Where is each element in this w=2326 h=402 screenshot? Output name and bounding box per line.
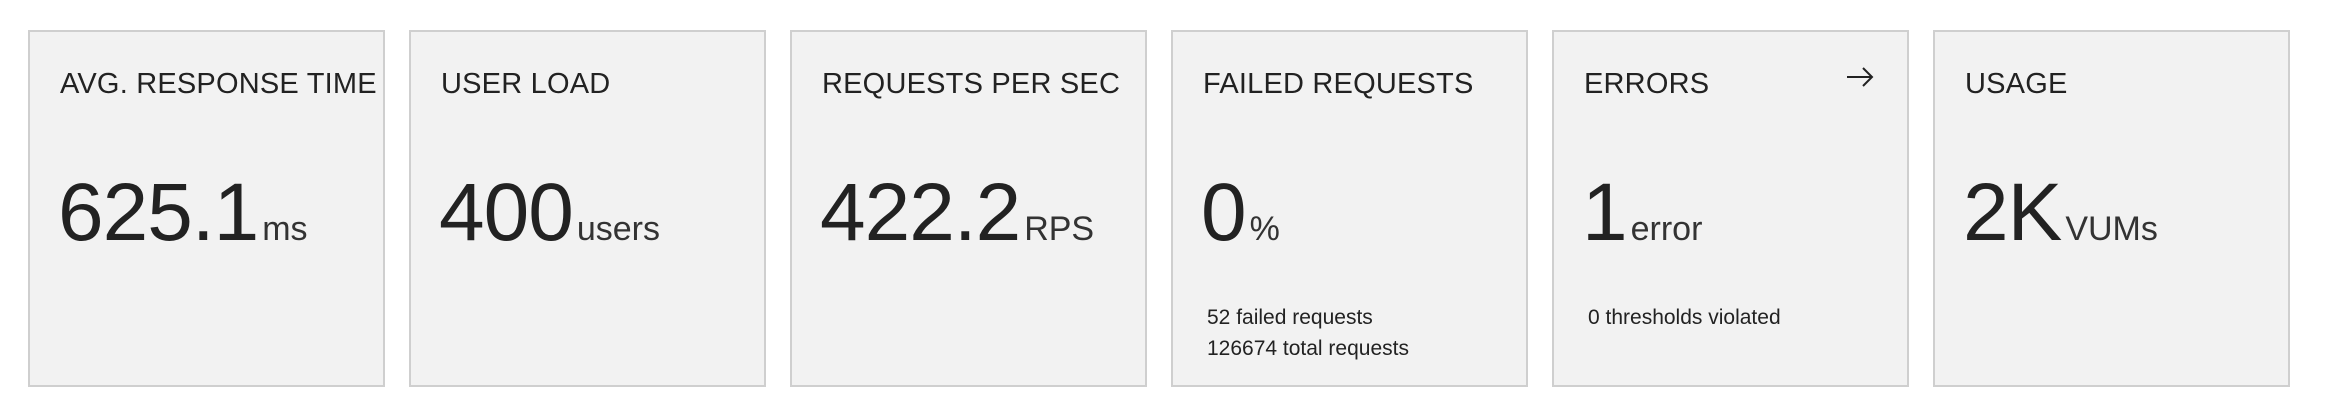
metric-value: 2K	[1963, 167, 2062, 258]
metric-value: 1	[1582, 167, 1628, 258]
tile-user-load: USER LOAD 400 users	[409, 30, 766, 387]
tile-failed-requests: FAILED REQUESTS 0% 52 failed requests 12…	[1171, 30, 1528, 387]
total-requests-count: 126674 total requests	[1207, 337, 1409, 360]
tile-title: USAGE	[1965, 68, 2068, 100]
metric-unit: RPS	[1024, 210, 1095, 248]
metric-value: 422.2	[820, 167, 1021, 258]
metric-unit: %	[1249, 210, 1280, 248]
metric: 1 error	[1582, 172, 1702, 254]
tile-details: 0 thresholds violated	[1588, 302, 1781, 333]
tile-title: USER LOAD	[441, 68, 611, 100]
metric-value: 625.1	[58, 167, 259, 258]
metric: 0%	[1201, 172, 1280, 254]
tile-title: FAILED REQUESTS	[1203, 68, 1474, 100]
metric-value: 0	[1201, 167, 1247, 258]
tile-errors[interactable]: ERRORS 1 error 0 thresholds violated	[1552, 30, 1909, 387]
tile-title: REQUESTS PER SEC	[822, 68, 1121, 100]
summary-tiles: AVG. RESPONSE TIME 625.1 ms USER LOAD 400…	[0, 0, 2326, 402]
tile-details: 52 failed requests 126674 total requests	[1207, 302, 1409, 364]
metric-unit: VUMs	[2065, 210, 2158, 248]
tile-title: ERRORS	[1584, 68, 1710, 100]
metric-value: 400	[439, 167, 574, 258]
metric-unit: users	[576, 210, 660, 248]
metric: 2K VUMs	[1963, 172, 2158, 254]
tile-title: AVG. RESPONSE TIME	[60, 68, 377, 100]
metric-unit: ms	[262, 210, 308, 248]
metric: 400 users	[439, 172, 660, 254]
metric: 422.2 RPS	[820, 172, 1094, 254]
tile-usage: USAGE 2K VUMs	[1933, 30, 2290, 387]
thresholds-violated: 0 thresholds violated	[1588, 306, 1781, 329]
failed-requests-count: 52 failed requests	[1207, 306, 1373, 329]
arrow-right-icon[interactable]	[1843, 60, 1877, 94]
tile-avg-response-time: AVG. RESPONSE TIME 625.1 ms	[28, 30, 385, 387]
metric-unit: error	[1630, 210, 1703, 248]
metric: 625.1 ms	[58, 172, 308, 254]
tile-requests-per-sec: REQUESTS PER SEC 422.2 RPS	[790, 30, 1147, 387]
